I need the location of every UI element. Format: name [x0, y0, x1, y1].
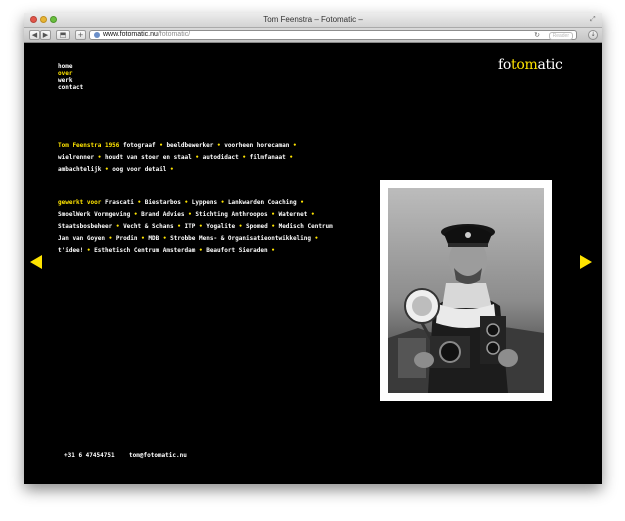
bio-item: wielrenner [58, 154, 95, 161]
client-item-heading: gewerkt voor [58, 199, 102, 206]
main-nav: home over werk contact [58, 63, 83, 91]
url-host: www.fotomatic.nu [103, 31, 158, 38]
client-item: Strobbe Mens- & Organisatieontwikkeling [170, 235, 312, 242]
client-item: Beaufort Sieraden [206, 247, 268, 254]
client-item: Brand Advies [141, 211, 185, 218]
bio-item: beeldbewerker [166, 142, 214, 149]
clients-text: gewerkt voor Frascati • Biestarbos • Lyp… [58, 197, 338, 257]
client-item: Biestarbos [144, 199, 181, 206]
next-arrow-icon[interactable] [580, 255, 592, 269]
client-item: Lankwarden Coaching [227, 199, 297, 206]
back-button[interactable]: ◀ [29, 30, 40, 40]
forward-arrow-icon: ▶ [42, 31, 49, 39]
add-bookmark-button[interactable]: + [75, 30, 86, 40]
bio-item: voorheen horecaman [224, 142, 290, 149]
client-item: MDB [148, 235, 160, 242]
email-link[interactable]: tom@fotomatic.nu [129, 452, 187, 459]
client-item: Lyppens [191, 199, 218, 206]
bullet-separator-icon: • [104, 166, 109, 173]
site-logo[interactable]: fotomatic [498, 57, 563, 73]
client-item: SmoelWerk Vormgeving [58, 211, 131, 218]
bio-item: fotograaf [123, 142, 156, 149]
client-item: ITP [184, 223, 196, 230]
fullscreen-icon[interactable]: ⤢ [590, 16, 597, 23]
bullet-separator-icon: • [184, 199, 189, 206]
bullet-separator-icon: • [141, 235, 145, 242]
bullet-separator-icon: • [300, 199, 304, 206]
browser-window: Tom Feenstra – Fotomatic – ⤢ ◀ ▶ ⬒ + www… [24, 13, 602, 484]
bullet-separator-icon: • [195, 154, 199, 161]
bullet-separator-icon: • [311, 211, 315, 218]
bio-item: filmfanaat [249, 154, 286, 161]
page-content: home over werk contact fotomatic Tom Feenst… [24, 43, 602, 484]
add-label: + [77, 31, 84, 39]
address-bar[interactable]: www.fotomatic.nu/fotomatic/ ↻ Reader [89, 30, 577, 40]
bullet-separator-icon: • [271, 247, 275, 254]
bio-item: oog voor detail [112, 166, 167, 173]
nav-item-contact[interactable]: contact [58, 84, 83, 91]
bullet-separator-icon: • [170, 166, 174, 173]
bullet-separator-icon: • [115, 223, 120, 230]
previous-arrow-icon[interactable] [30, 255, 42, 269]
bullet-separator-icon: • [188, 211, 192, 218]
bullet-separator-icon: • [220, 199, 225, 206]
bullet-separator-icon: • [271, 223, 275, 230]
client-item: Waternet [278, 211, 308, 218]
bullet-separator-icon: • [198, 223, 203, 230]
bullet-separator-icon: • [162, 235, 167, 242]
bullet-separator-icon: • [242, 154, 246, 161]
bullet-separator-icon: • [159, 142, 163, 149]
nav-item-home[interactable]: home [58, 63, 83, 70]
bullet-separator-icon: • [137, 199, 142, 206]
globe-icon [94, 32, 100, 38]
client-item: t'idee! [58, 247, 84, 254]
client-item: Stichting Anthroopos [195, 211, 268, 218]
bullet-separator-icon: • [217, 142, 221, 149]
bio-item: houdt van stoer en staal [105, 154, 192, 161]
client-item: Spomed [246, 223, 268, 230]
client-item: Vecht & Schans [123, 223, 174, 230]
contact-footer: +31 6 47454751 tom@fotomatic.nu [64, 452, 187, 460]
window-title: Tom Feenstra – Fotomatic – [263, 15, 363, 24]
bullet-separator-icon: • [97, 154, 102, 161]
client-item: Frascati [104, 199, 134, 206]
nav-item-over[interactable]: over [58, 70, 83, 77]
forward-button[interactable]: ▶ [40, 30, 51, 40]
bullet-separator-icon: • [292, 142, 297, 149]
bullet-separator-icon: • [271, 211, 275, 218]
bullet-separator-icon: • [177, 223, 181, 230]
client-item: Yogalite [206, 223, 236, 230]
bullet-separator-icon: • [238, 223, 243, 230]
bio-item: autodidact [202, 154, 239, 161]
downloads-button[interactable]: ↓ [588, 30, 598, 40]
download-icon: ↓ [590, 31, 596, 38]
title-bar: Tom Feenstra – Fotomatic – ⤢ [24, 13, 602, 28]
portrait-photo-frame [380, 180, 552, 401]
reload-icon[interactable]: ↻ [534, 31, 540, 39]
back-arrow-icon: ◀ [31, 31, 38, 39]
nav-item-werk[interactable]: werk [58, 77, 83, 84]
bullet-separator-icon: • [133, 211, 138, 218]
client-item: Prodin [115, 235, 138, 242]
bio-item: ambachtelijk [58, 166, 102, 173]
share-icon: ⬒ [59, 31, 67, 39]
bullet-separator-icon: • [314, 235, 319, 242]
url-path: /fotomatic/ [157, 31, 191, 38]
bio-text: Tom Feenstra 1956 fotograaf • beeldbewer… [58, 140, 328, 176]
share-button[interactable]: ⬒ [56, 30, 70, 40]
url-text[interactable]: www.fotomatic.nu/fotomatic/ [103, 31, 190, 39]
reader-button[interactable]: Reader [548, 32, 573, 40]
bullet-separator-icon: • [198, 247, 203, 254]
bullet-separator-icon: • [86, 247, 91, 254]
client-item: Staatsbosbeheer [58, 223, 113, 230]
bullet-separator-icon: • [289, 154, 293, 161]
client-item: Esthetisch Centrum Amsterdam [94, 247, 196, 254]
bullet-separator-icon: • [108, 235, 113, 242]
browser-toolbar: ◀ ▶ ⬒ + www.fotomatic.nu/fotomatic/ ↻ Re… [24, 28, 602, 43]
phone-number: +31 6 47454751 [64, 452, 115, 459]
portrait-photo [388, 188, 544, 393]
bio-item-heading: Tom Feenstra 1956 [58, 142, 120, 149]
